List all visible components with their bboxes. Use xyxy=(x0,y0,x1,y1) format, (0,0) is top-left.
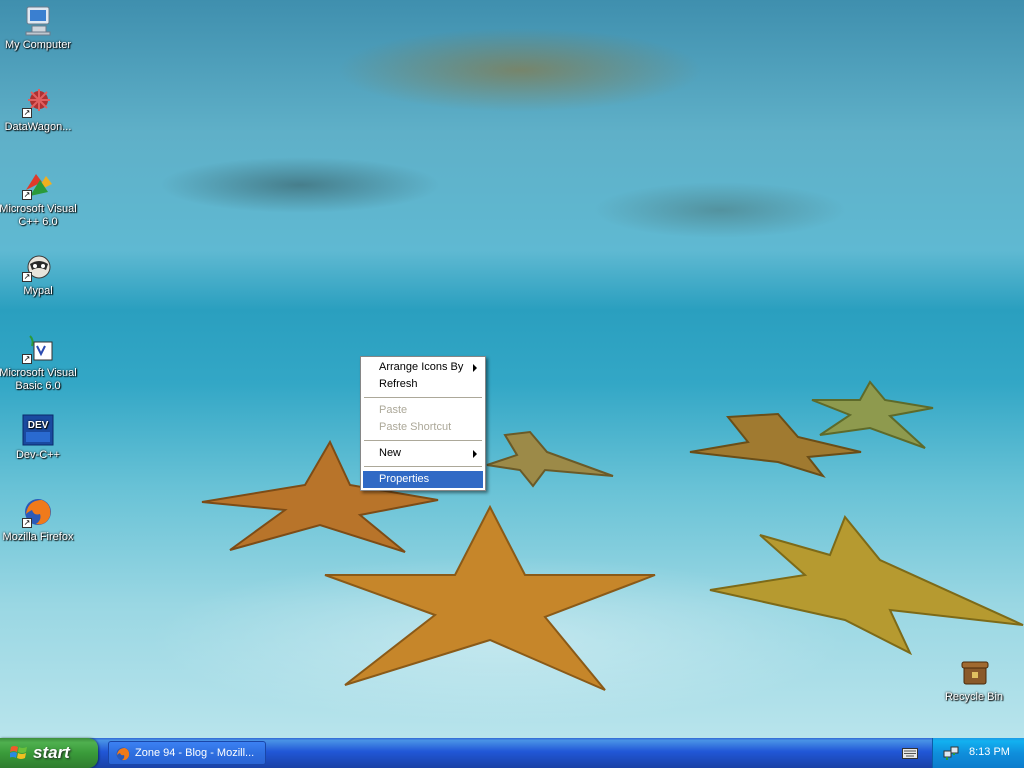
start-button[interactable]: start xyxy=(0,738,98,768)
shortcut-arrow-icon: ↗ xyxy=(22,190,32,200)
my-computer-icon xyxy=(22,4,54,36)
wallpaper-starfish-far xyxy=(811,380,934,449)
desktop-icon-label: Recycle Bin xyxy=(944,691,1004,703)
menu-item-label: Properties xyxy=(379,473,430,485)
menu-item-label: Refresh xyxy=(379,378,418,390)
menu-item-arrange-icons-by[interactable]: Arrange Icons By xyxy=(363,359,483,376)
taskbar: start Zone 94 - Blog - Mozill... 8:13 PM xyxy=(0,738,1024,768)
datawagon-icon: ↗ xyxy=(22,86,54,118)
visual-cpp-icon: ↗ xyxy=(22,168,54,200)
desktop-icon-mypal[interactable]: ↗ Mypal xyxy=(0,250,78,298)
desktop-icon-label: Mozilla Firefox xyxy=(2,531,74,543)
desktop-icon-devcpp[interactable]: DEV Dev-C++ xyxy=(0,414,78,462)
firefox-icon: ↗ xyxy=(22,496,54,528)
desktop-context-menu: Arrange Icons By Refresh Paste Paste Sho… xyxy=(360,356,486,491)
desktop-icon-label: Mypal xyxy=(23,285,53,297)
menu-item-new[interactable]: New xyxy=(363,445,483,462)
devcpp-icon: DEV xyxy=(22,414,54,446)
keyboard-icon[interactable] xyxy=(902,747,918,759)
desktop-icon-visual-cpp[interactable]: ↗ Microsoft Visual C++ 6.0 xyxy=(0,168,78,229)
submenu-arrow-icon xyxy=(473,450,477,458)
menu-item-paste-shortcut: Paste Shortcut xyxy=(363,419,483,436)
menu-item-label: Paste xyxy=(379,404,408,416)
menu-separator xyxy=(364,466,482,467)
desktop-icon-visual-basic[interactable]: ↗ Microsoft Visual Basic 6.0 xyxy=(0,332,78,393)
desktop-icon-label: Microsoft Visual C++ 6.0 xyxy=(0,203,77,228)
wallpaper-starfish-right xyxy=(709,515,1024,655)
network-icon[interactable] xyxy=(943,745,959,761)
menu-separator xyxy=(364,440,482,441)
recycle-bin-icon xyxy=(958,656,990,688)
system-tray: 8:13 PM xyxy=(932,738,1024,768)
shortcut-arrow-icon: ↗ xyxy=(22,518,32,528)
mypal-icon: ↗ xyxy=(22,250,54,282)
menu-item-label: Paste Shortcut xyxy=(379,421,452,433)
menu-item-label: Arrange Icons By xyxy=(379,361,464,373)
shortcut-arrow-icon: ↗ xyxy=(22,354,32,364)
desktop-icon-firefox[interactable]: ↗ Mozilla Firefox xyxy=(0,496,78,544)
desktop-icon-my-computer[interactable]: My Computer xyxy=(0,4,78,52)
desktop-icon-label: Microsoft Visual Basic 6.0 xyxy=(0,367,77,392)
shortcut-arrow-icon: ↗ xyxy=(22,272,32,282)
submenu-arrow-icon xyxy=(473,364,477,372)
desktop[interactable]: My Computer ↗ DataWagon... ↗ Microsoft V… xyxy=(0,0,1024,738)
desktop-icon-datawagon[interactable]: ↗ DataWagon... xyxy=(0,86,78,134)
clock[interactable]: 8:13 PM xyxy=(969,746,1010,758)
start-label: start xyxy=(33,743,70,762)
firefox-icon xyxy=(116,747,130,761)
shortcut-arrow-icon: ↗ xyxy=(22,108,32,118)
menu-item-paste: Paste xyxy=(363,402,483,419)
wallpaper-starfish-mid xyxy=(486,430,614,488)
visual-basic-icon: ↗ xyxy=(22,332,54,364)
windows-flag-icon xyxy=(10,746,27,759)
devcpp-badge: DEV xyxy=(28,420,49,431)
menu-separator xyxy=(364,397,482,398)
menu-item-label: New xyxy=(379,447,402,459)
menu-item-refresh[interactable]: Refresh xyxy=(363,376,483,393)
taskbar-button-label: Zone 94 - Blog - Mozill... xyxy=(135,747,255,759)
desktop-icon-label: DataWagon... xyxy=(4,121,72,133)
desktop-icon-recycle-bin[interactable]: Recycle Bin xyxy=(934,656,1014,704)
taskbar-button-firefox[interactable]: Zone 94 - Blog - Mozill... xyxy=(108,741,266,765)
desktop-icon-label: Dev-C++ xyxy=(15,449,61,461)
menu-item-properties[interactable]: Properties xyxy=(363,471,483,488)
desktop-icon-label: My Computer xyxy=(4,39,72,51)
